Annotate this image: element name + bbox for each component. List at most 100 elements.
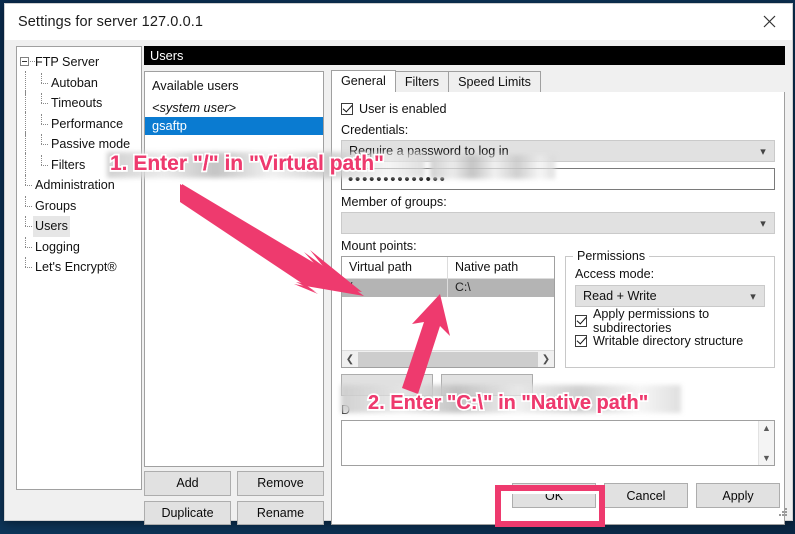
credentials-label: Credentials: [341,123,775,137]
list-item[interactable]: gsaftp [145,117,323,135]
tree-item-label: Performance [49,114,125,135]
chevron-down-icon: ▾ [746,290,760,303]
member-of-groups-select[interactable]: ▾ [341,212,775,234]
tree-line [17,114,33,135]
column-header-virtual-path: Virtual path [342,257,448,278]
redaction-band [341,385,681,413]
checkbox-icon[interactable] [575,335,587,347]
tree-item-ftp-server[interactable]: FTP Server [17,52,141,73]
access-mode-label: Access mode: [575,267,765,281]
description-value[interactable] [342,421,758,465]
mount-points-area: Virtual path Native path / C:\ ❮ ❯ [341,256,775,368]
tree-line [17,155,33,176]
tree-line [17,73,33,94]
scroll-up-icon[interactable]: ▲ [762,423,771,433]
tree-elbow [17,216,33,237]
access-mode-select[interactable]: Read + Write ▾ [575,285,765,307]
tree-line [17,93,33,114]
chevron-down-icon: ▾ [756,217,770,230]
rename-button[interactable]: Rename [237,501,324,526]
tree-item-label: FTP Server [33,52,101,73]
tree-elbow [33,114,49,135]
tree-elbow [33,155,49,176]
tree-elbow [17,257,33,278]
table-row[interactable]: / C:\ [342,279,554,297]
user-enabled-label: User is enabled [359,102,447,116]
tree-item-label: Autoban [49,73,100,94]
user-details-pane: General Filters Speed Limits User is ena… [331,71,785,525]
settings-tree-panel[interactable]: FTP Server Autoban Timeouts [16,46,142,490]
tree-item-label: Users [33,216,70,237]
close-icon [763,15,776,28]
mount-points-table[interactable]: Virtual path Native path / C:\ ❮ ❯ [341,256,555,368]
apply-permissions-subdirs-row[interactable]: Apply permissions to subdirectories [575,312,765,330]
tree-item-lets-encrypt[interactable]: Let's Encrypt® [17,257,141,278]
tree-item-logging[interactable]: Logging [17,237,141,258]
tab-speed-limits[interactable]: Speed Limits [448,71,541,92]
tree-item-timeouts[interactable]: Timeouts [17,93,141,114]
cancel-button[interactable]: Cancel [604,483,688,508]
available-users-list[interactable]: Available users <system user> gsaftp [144,71,324,467]
close-button[interactable] [746,4,792,39]
remove-button[interactable]: Remove [237,471,324,496]
tree-elbow [33,134,49,155]
tree-elbow [17,196,33,217]
writable-directory-structure-row[interactable]: Writable directory structure [575,332,765,350]
description-textarea[interactable]: ▲ ▼ [341,420,775,466]
tree-elbow [33,93,49,114]
cell-virtual-path[interactable]: / [342,279,448,297]
tree-item-label: Groups [33,196,78,217]
tree-elbow [17,237,33,258]
tree-item-users[interactable]: Users [17,216,141,237]
available-users-label: Available users [145,72,323,99]
cell-native-path[interactable]: C:\ [448,279,554,297]
ok-button-highlight [495,485,605,527]
settings-dialog: Settings for server 127.0.0.1 FTP Server [4,3,793,521]
resize-grip-icon[interactable] [777,506,789,518]
user-action-buttons: Add Remove Duplicate Rename [144,471,324,525]
list-item[interactable]: <system user> [145,99,323,117]
access-mode-value: Read + Write [583,289,746,303]
tabstrip: General Filters Speed Limits [331,71,785,93]
tree-item-label: Administration [33,175,117,196]
redaction-band [107,152,425,178]
tree-line [17,134,33,155]
duplicate-button[interactable]: Duplicate [144,501,231,526]
section-header: Users [144,46,785,65]
member-of-groups-label: Member of groups: [341,195,775,209]
tree-item-label: Filters [49,155,87,176]
apply-permissions-subdirs-label: Apply permissions to subdirectories [593,307,765,335]
tree-item-administration[interactable]: Administration [17,175,141,196]
tree-item-label: Let's Encrypt® [33,257,119,278]
scroll-right-icon[interactable]: ❯ [538,354,554,365]
chevron-down-icon: ▾ [756,145,770,158]
mount-points-label: Mount points: [341,239,775,253]
scroll-left-icon[interactable]: ❮ [342,354,358,365]
add-button[interactable]: Add [144,471,231,496]
checkbox-icon[interactable] [341,103,353,115]
dialog-body: FTP Server Autoban Timeouts [5,40,792,520]
permissions-legend: Permissions [573,249,649,263]
tab-filters[interactable]: Filters [395,71,449,92]
dialog-title: Settings for server 127.0.0.1 [18,14,203,30]
tree-elbow [17,175,33,196]
tree-item-autoban[interactable]: Autoban [17,73,141,94]
tab-general[interactable]: General [331,70,396,92]
table-header-row: Virtual path Native path [342,257,554,279]
tree-item-groups[interactable]: Groups [17,196,141,217]
permissions-group: Permissions Access mode: Read + Write ▾ … [565,256,775,368]
scrollbar-thumb[interactable] [358,352,538,367]
horizontal-scrollbar[interactable]: ❮ ❯ [342,350,554,367]
expander-collapse-icon[interactable] [17,52,33,73]
user-enabled-row[interactable]: User is enabled [341,100,775,118]
tree-item-label: Timeouts [49,93,104,114]
checkbox-icon[interactable] [575,315,587,327]
tree-elbow [33,73,49,94]
column-header-native-path: Native path [448,257,554,278]
scroll-down-icon[interactable]: ▼ [762,453,771,463]
dialog-titlebar: Settings for server 127.0.0.1 [5,4,792,40]
apply-button[interactable]: Apply [696,483,780,508]
description-scrollbar[interactable]: ▲ ▼ [758,421,774,465]
writable-directory-structure-label: Writable directory structure [593,334,743,348]
tree-item-performance[interactable]: Performance [17,114,141,135]
